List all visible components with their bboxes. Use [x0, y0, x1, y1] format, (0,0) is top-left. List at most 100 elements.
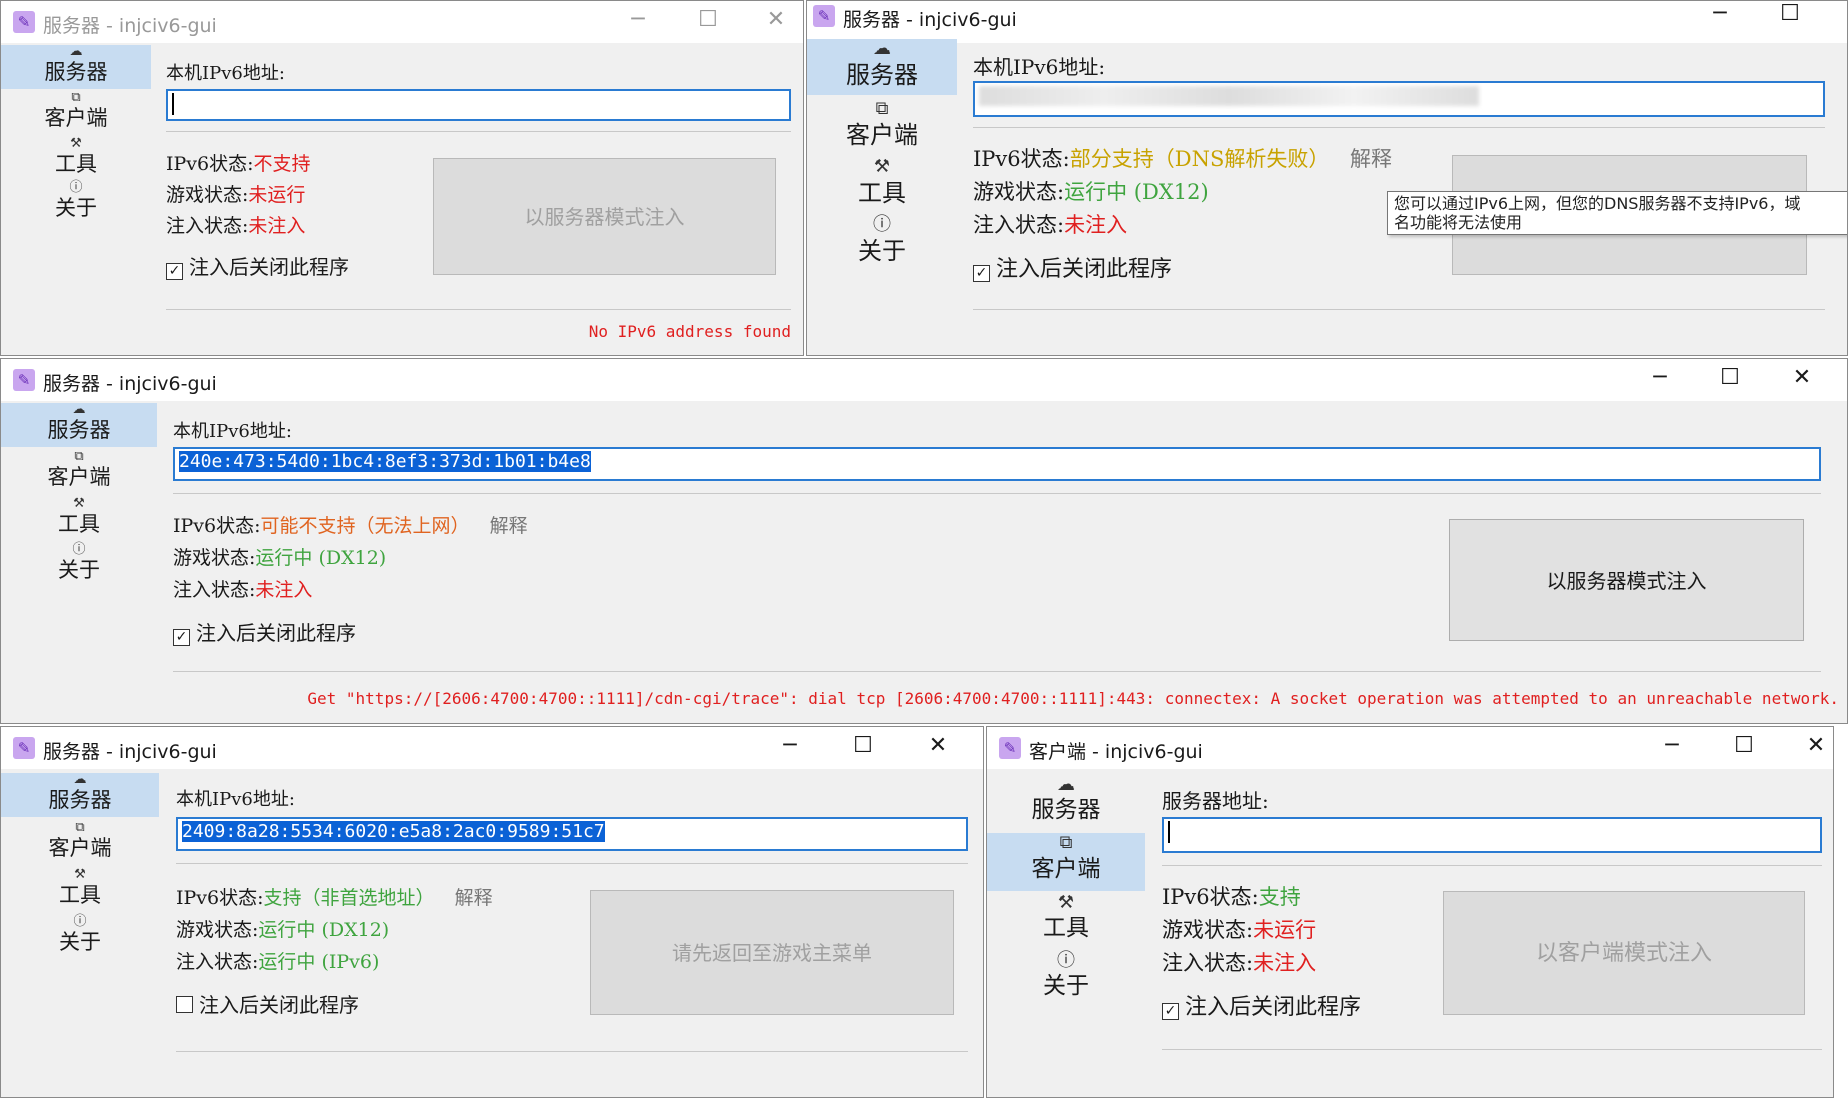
nav-client[interactable]: ⧉ 客户端	[1, 821, 159, 865]
game-status-row: 游戏状态:未运行	[166, 184, 306, 206]
minimize-button[interactable]: ─	[623, 7, 653, 32]
nav-about[interactable]: ⓘ 关于	[1, 543, 157, 587]
ipv6-status-row: IPv6状态:支持（非首选地址） 解释	[176, 887, 493, 909]
ipv6-status-value: 不支持	[253, 153, 311, 175]
text-caret	[172, 93, 174, 115]
window-title: 客户端 - injciv6-gui	[1029, 741, 1203, 763]
maximize-button[interactable]: ☐	[848, 733, 878, 758]
maximize-button[interactable]: ☐	[1775, 1, 1805, 26]
nav-tools[interactable]: ⚒ 工具	[807, 157, 957, 213]
game-status-value: 运行中 (DX12)	[255, 547, 387, 569]
nav-tools[interactable]: ⚒ 工具	[1, 868, 159, 912]
nav-server[interactable]: ☁ 服务器	[807, 39, 957, 95]
server-address-input[interactable]	[1162, 817, 1822, 853]
nav-about[interactable]: ⓘ 关于	[1, 181, 151, 225]
checkbox-check-icon: ✓	[166, 263, 183, 280]
close-after-inject-checkbox[interactable]: 注入后关闭此程序	[176, 989, 359, 1018]
nav-client[interactable]: ⧉ 客户端	[807, 99, 957, 155]
explain-link[interactable]: 解释	[455, 887, 493, 909]
nav-about[interactable]: ⓘ 关于	[987, 951, 1145, 1007]
maximize-button[interactable]: ☐	[1715, 365, 1745, 390]
ipv6-address-label: 本机IPv6地址:	[973, 55, 1106, 79]
close-button[interactable]: ✕	[923, 733, 953, 758]
minimize-button[interactable]: ─	[775, 733, 805, 758]
info-icon: ⓘ	[1057, 950, 1075, 971]
ipv6-address-input[interactable]	[973, 81, 1825, 117]
game-status-value: 运行中 (DX12)	[258, 919, 390, 941]
nav-server[interactable]: ☁ 服务器	[1, 773, 159, 817]
network-icon: ⧉	[74, 449, 84, 464]
close-button[interactable]: ✕	[1801, 733, 1831, 758]
ipv6-address-input[interactable]: 240e:473:54d0:1bc4:8ef3:373d:1b01:b4e8	[173, 447, 1821, 481]
text-caret	[1168, 821, 1170, 843]
nav-tools[interactable]: ⚒ 工具	[987, 893, 1145, 949]
nav-tools[interactable]: ⚒ 工具	[1, 497, 157, 541]
info-icon: ⓘ	[73, 914, 87, 929]
game-status-value: 未运行	[248, 184, 306, 206]
divider	[1162, 865, 1822, 866]
nav-server[interactable]: ☁ 服务器	[1, 403, 157, 447]
window-client: ✎ 客户端 - injciv6-gui ─ ☐ ✕ ☁ 服务器 ⧉ 客户端 ⚒ …	[986, 726, 1834, 1098]
nav-server[interactable]: ☁ 服务器	[1, 45, 151, 89]
network-icon: ⧉	[75, 820, 85, 835]
ipv6-address-label: 本机IPv6地址:	[176, 789, 295, 810]
cloud-icon: ☁	[873, 38, 891, 59]
sidebar: ☁ 服务器 ⧉ 客户端 ⚒ 工具 ⓘ 关于	[1, 403, 157, 723]
ipv6-status-value: 部分支持（DNS解析失败）	[1069, 147, 1330, 171]
window-server-3: ✎ 服务器 - injciv6-gui ─ ☐ ✕ ☁ 服务器 ⧉ 客户端 ⚒ …	[0, 358, 1848, 724]
close-after-inject-checkbox[interactable]: ✓ 注入后关闭此程序	[166, 251, 349, 280]
app-pencil-icon: ✎	[13, 737, 35, 759]
nav-about[interactable]: ⓘ 关于	[1, 915, 159, 959]
close-button[interactable]: ✕	[761, 7, 791, 32]
nav-about[interactable]: ⓘ 关于	[807, 215, 957, 271]
ipv6-address-input[interactable]	[166, 89, 791, 121]
redacted-address	[979, 86, 1479, 106]
nav-client[interactable]: ⧉ 客户端	[1, 91, 151, 135]
nav-client[interactable]: ⧉ 客户端	[987, 833, 1145, 891]
title-bar[interactable]: ✎ 客户端 - injciv6-gui ─ ☐ ✕	[987, 727, 1833, 769]
divider	[176, 863, 968, 864]
close-after-inject-checkbox[interactable]: ✓ 注入后关闭此程序	[973, 251, 1172, 283]
divider	[173, 671, 1821, 672]
explain-link[interactable]: 解释	[490, 515, 528, 537]
close-button[interactable]: ✕	[1843, 1, 1847, 26]
server-address-label: 服务器地址:	[1162, 789, 1269, 813]
window-server-4: ✎ 服务器 - injciv6-gui ─ ☐ ✕ ☁ 服务器 ⧉ 客户端 ⚒ …	[0, 726, 984, 1098]
ipv6-status-row: IPv6状态:不支持	[166, 153, 311, 175]
title-bar[interactable]: ✎ 服务器 - injciv6-gui ─ ☐ ✕	[1, 1, 803, 43]
nav-server[interactable]: ☁ 服务器	[987, 775, 1145, 831]
explain-link[interactable]: 解释	[1350, 147, 1392, 171]
title-bar[interactable]: ✎ 服务器 - injciv6-gui ─ ☐ ✕	[1, 727, 983, 769]
minimize-button[interactable]: ─	[1705, 1, 1735, 26]
ipv6-address-label: 本机IPv6地址:	[173, 421, 292, 442]
error-message: No IPv6 address found	[588, 322, 791, 341]
close-after-inject-checkbox[interactable]: ✓ 注入后关闭此程序	[173, 617, 356, 646]
window-title: 服务器 - injciv6-gui	[43, 741, 217, 763]
tools-icon: ⚒	[73, 496, 85, 511]
game-status-value: 运行中 (DX12)	[1064, 180, 1209, 204]
maximize-button[interactable]: ☐	[1729, 733, 1759, 758]
close-after-inject-checkbox[interactable]: ✓ 注入后关闭此程序	[1162, 989, 1361, 1021]
inject-server-button[interactable]: 请先返回至游戏主菜单	[590, 890, 954, 1015]
minimize-button[interactable]: ─	[1645, 365, 1675, 390]
window-server-2: ✎ 服务器 - injciv6-gui ─ ☐ ✕ ☁ 服务器 ⧉ 客户端 ⚒ …	[806, 0, 1848, 356]
inject-server-button[interactable]: 以服务器模式注入	[433, 158, 776, 275]
sidebar: ☁ 服务器 ⧉ 客户端 ⚒ 工具 ⓘ 关于	[987, 775, 1145, 1097]
divider	[973, 127, 1825, 128]
maximize-button[interactable]: ☐	[693, 7, 723, 32]
ipv6-status-row: IPv6状态:部分支持（DNS解析失败） 解释	[973, 147, 1393, 171]
sidebar: ☁ 服务器 ⧉ 客户端 ⚒ 工具 ⓘ 关于	[807, 39, 957, 355]
title-bar[interactable]: ✎ 服务器 - injciv6-gui ─ ☐ ✕	[807, 1, 1847, 43]
title-bar[interactable]: ✎ 服务器 - injciv6-gui ─ ☐ ✕	[1, 359, 1847, 401]
inject-server-button[interactable]: 以服务器模式注入	[1449, 519, 1804, 641]
inject-status-row: 注入状态:未注入	[973, 213, 1128, 237]
ipv6-address-input[interactable]: 2409:8a28:5534:6020:e5a8:2ac0:9589:51c7	[176, 817, 968, 851]
cloud-icon: ☁	[69, 44, 83, 59]
minimize-button[interactable]: ─	[1657, 733, 1687, 758]
game-status-value: 未运行	[1253, 918, 1317, 942]
inject-client-button[interactable]: 以客户端模式注入	[1443, 891, 1805, 1015]
checkbox-check-icon: ✓	[973, 265, 990, 282]
nav-client[interactable]: ⧉ 客户端	[1, 450, 157, 494]
close-button[interactable]: ✕	[1787, 365, 1817, 390]
nav-tools[interactable]: ⚒ 工具	[1, 137, 151, 181]
